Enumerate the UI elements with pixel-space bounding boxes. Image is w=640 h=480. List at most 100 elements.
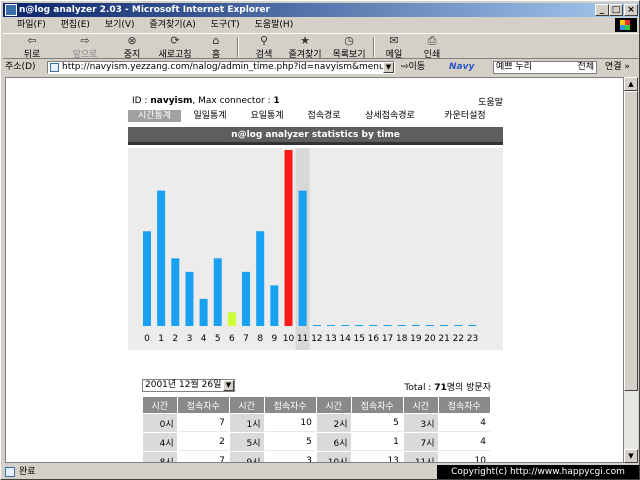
browser-window: n@log analyzer 2.03 - Microsoft Internet… [0, 0, 640, 480]
window-title: n@log analyzer 2.03 - Microsoft Internet… [19, 5, 270, 15]
tick-label-5: 5 [215, 334, 221, 344]
total-suffix: 명의 방문자 [446, 383, 491, 393]
scroll-up-icon[interactable]: ▲ [624, 77, 638, 91]
minimize-icon[interactable]: _ [595, 4, 609, 16]
search-icon: ⚲ [259, 34, 269, 47]
bar-hour-19 [411, 325, 420, 326]
refresh-button[interactable]: ⟳ 새로고침 [151, 35, 199, 61]
back-label: 뒤로 [23, 50, 41, 60]
bar-hour-12 [312, 325, 321, 326]
menu-favorites[interactable]: 즐겨찾기(A) [143, 18, 201, 32]
tick-label-18: 18 [396, 334, 408, 344]
bar-hour-17 [383, 325, 392, 326]
chevron-down-icon[interactable]: ▼ [223, 380, 234, 391]
col-header-count: 접속자수 [264, 397, 316, 413]
address-input[interactable]: http://navyism.yezzang.com/nalog/admin_t… [47, 61, 395, 74]
chevron-down-icon[interactable]: ▼ [383, 62, 394, 73]
tab-referrer[interactable]: 접속경로 [295, 110, 353, 122]
bar-hour-21 [440, 325, 449, 326]
history-button[interactable]: ◷ 목록보기 [329, 34, 369, 61]
hour-cell: 6시 [316, 433, 351, 451]
print-button[interactable]: ⎙ 인쇄 [417, 34, 447, 61]
tick-label-10: 10 [283, 334, 295, 344]
links-button[interactable]: 연결 » [605, 60, 630, 75]
stop-button[interactable]: ⊗ 중지 [115, 34, 149, 61]
col-header-count: 접속자수 [438, 397, 490, 413]
tab-time-stats[interactable]: 시간통계 [128, 110, 181, 122]
go-label: 이동 [408, 62, 426, 72]
count-cell: 7 [177, 452, 229, 462]
tick-label-12: 12 [311, 334, 322, 344]
hourly-chart: 0 1 2 3 4 5 6 7 8 9 10 11 12 13 14 15 16 17 18 19 20 21 22 23 [128, 148, 503, 350]
menu-bar: 파일(F) 편집(E) 보기(V) 즐겨찾기(A) 도구(T) 도움말(H) [3, 18, 639, 32]
home-button[interactable]: ⌂ 홈 [201, 35, 231, 61]
hour-cell: 9시 [229, 452, 264, 462]
tab-divider [128, 123, 503, 125]
toolbar-separator [237, 37, 239, 57]
count-cell: 3 [264, 452, 316, 462]
bar-hour-13 [326, 325, 335, 326]
hour-cell: 8시 [143, 452, 177, 462]
menu-edit[interactable]: 편집(E) [55, 18, 96, 32]
back-button[interactable]: ⇦ 뒤로 [13, 35, 51, 61]
date-select-value: 2001년 12월 26일 [145, 380, 222, 390]
table-header-row: 시간 접속자수 시간 접속자수 시간 접속자수 시간 접속자수 [143, 397, 490, 413]
menu-tools[interactable]: 도구(T) [205, 18, 246, 32]
naver-scope-select[interactable]: 전체 [577, 62, 594, 73]
vertical-scrollbar[interactable]: ▲ ▼ [624, 77, 638, 463]
menu-help[interactable]: 도움말(H) [249, 18, 300, 32]
search-label: 검색 [255, 50, 273, 60]
tick-label-7: 7 [243, 334, 249, 344]
toolbar-separator [373, 37, 375, 57]
account-info: ID : navyism, Max connector : 1 [132, 96, 280, 106]
help-link[interactable]: 도움말 [478, 95, 503, 108]
stop-icon: ⊗ [127, 34, 137, 47]
count-cell: 1 [351, 433, 403, 451]
naver-toolbar-logo[interactable]: Navy [449, 61, 491, 74]
mail-icon: ✉ [389, 34, 399, 47]
scroll-down-icon[interactable]: ▼ [624, 449, 638, 463]
tab-detailed-referrer[interactable]: 상세접속경로 [353, 110, 427, 122]
history-icon: ◷ [344, 34, 354, 47]
tick-label-21: 21 [438, 334, 449, 344]
tick-label-0: 0 [144, 334, 150, 344]
chart-title: n@log analyzer statistics by time [128, 127, 503, 145]
total-label: Total : [404, 383, 435, 393]
stop-label: 중지 [123, 50, 141, 60]
bar-hour-10 [284, 150, 293, 326]
bar-hour-6 [227, 312, 236, 326]
menu-view[interactable]: 보기(V) [99, 18, 141, 32]
tab-weekday-stats[interactable]: 요일통계 [239, 110, 295, 122]
tick-label-15: 15 [354, 334, 365, 344]
printer-icon: ⎙ [427, 34, 437, 47]
forward-label: 앞으로 [72, 50, 98, 60]
tick-label-13: 13 [325, 334, 336, 344]
tick-label-11: 11 [297, 334, 308, 344]
scrollbar-thumb[interactable] [624, 91, 638, 391]
maximize-icon[interactable]: □ [609, 4, 623, 16]
menu-file[interactable]: 파일(F) [11, 18, 52, 32]
status-bar: 완료 Copyright(c) http://www.happycgi.com [3, 465, 639, 479]
tab-daily-stats[interactable]: 일일통계 [181, 110, 239, 122]
mail-button[interactable]: ✉ 메일 [379, 34, 409, 61]
page-content: ID : navyism, Max connector : 1 도움말 시간통계… [5, 77, 624, 463]
page-done-icon [5, 467, 15, 477]
naver-search-input[interactable]: 예쁘 누리 전체 [493, 61, 597, 74]
date-select[interactable]: 2001년 12월 26일 ▼ [142, 379, 235, 392]
close-icon[interactable]: × [624, 4, 638, 16]
forward-button[interactable]: ⇨ 앞으로 [65, 34, 105, 61]
go-button[interactable]: ⇨이동 [401, 60, 425, 75]
bar-hour-14 [341, 325, 350, 326]
hour-cell: 7시 [403, 433, 438, 451]
home-label: 홈 [211, 50, 221, 60]
hour-cell: 1시 [229, 414, 264, 432]
forward-arrow-icon: ⇨ [80, 34, 90, 47]
address-bar: 주소(D) http://navyism.yezzang.com/nalog/a… [3, 60, 639, 75]
favorites-button[interactable]: ★ 즐겨찾기 [283, 35, 327, 61]
bar-hour-3 [185, 271, 194, 326]
bar-hour-22 [454, 325, 463, 326]
tab-counter-settings[interactable]: 카운터설정 [427, 110, 503, 122]
search-button[interactable]: ⚲ 검색 [247, 34, 281, 61]
table-row: 0시 7 1시 10 2시 5 3시 4 [143, 414, 490, 432]
stats-tabs: 시간통계 일일통계 요일통계 접속경로 상세접속경로 카운터설정 [128, 110, 503, 122]
